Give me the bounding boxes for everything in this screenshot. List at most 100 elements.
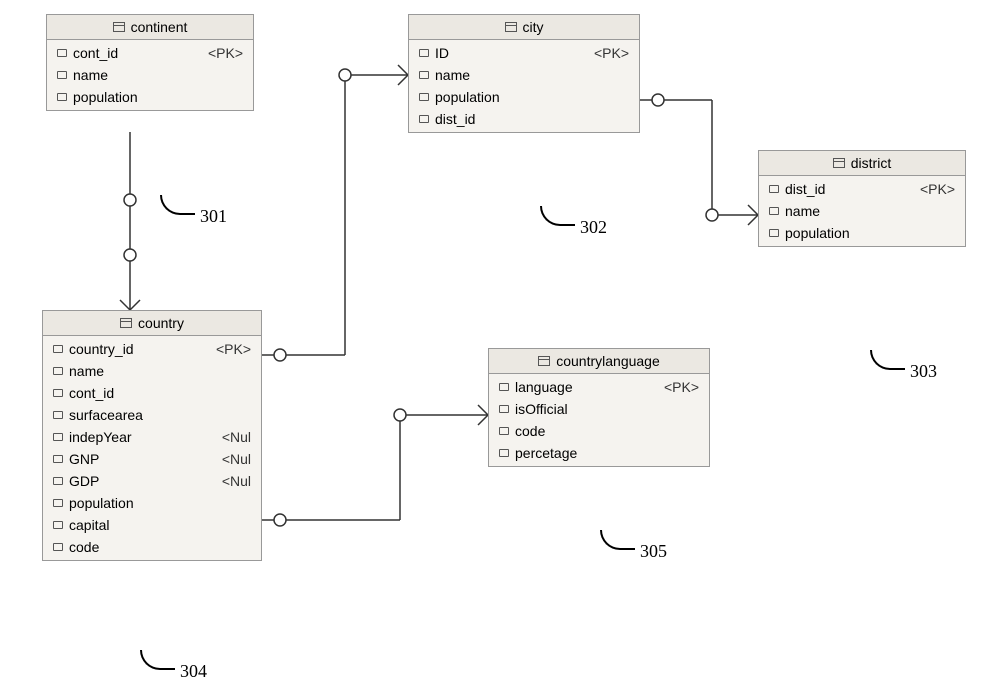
attr-icon [419,93,429,101]
attr-name: dist_id [785,181,914,197]
attr-name: isOfficial [515,401,693,417]
attr-row: GNP <Nul [43,448,261,470]
attr-icon [53,477,63,485]
ref-label-countrylanguage: 305 [640,541,667,562]
attr-name: code [515,423,693,439]
ref-curve [160,195,195,215]
entity-district-body: dist_id <PK> name population [759,176,965,246]
attr-row: population [47,86,253,108]
attr-tag: <Nul [222,473,251,489]
attr-row: country_id <PK> [43,338,261,360]
attr-name: population [785,225,949,241]
ref-label-continent: 301 [200,206,227,227]
attr-name: ID [435,45,588,61]
entity-city-header: city [409,15,639,40]
table-icon [120,318,132,328]
attr-name: country_id [69,341,210,357]
entity-country-body: country_id<PK> name cont_id surfacearea … [43,336,261,560]
entity-title: countrylanguage [556,353,660,369]
attr-tag: <PK> [920,181,955,197]
attr-row: name [43,360,261,382]
attr-row: name [759,200,965,222]
attr-name: name [785,203,949,219]
table-icon [113,22,125,32]
attr-name: capital [69,517,245,533]
attr-row: population [409,86,639,108]
attr-icon [53,499,63,507]
entity-title: district [851,155,891,171]
attr-icon [499,449,509,457]
attr-name: percetage [515,445,693,461]
table-icon [833,158,845,168]
attr-icon [419,71,429,79]
attr-tag: <PK> [216,341,251,357]
attr-row: language<PK> [489,376,709,398]
entity-countrylanguage-body: language<PK> isOfficial code percetage [489,374,709,466]
table-icon [538,356,550,366]
entity-country: country country_id <PK> name cont_id surf… [42,310,262,561]
attr-row: cont_id [43,382,261,404]
attr-name: population [435,89,623,105]
attr-name: cont_id [73,45,202,61]
attr-row: GDP <Nul [43,470,261,492]
entity-countrylanguage-header: countrylanguage [489,349,709,374]
entity-city-body: ID <PK> name population dist_id [409,40,639,132]
attr-name: population [73,89,237,105]
table-icon [505,22,517,32]
attr-icon [53,433,63,441]
attr-row: isOfficial [489,398,709,420]
attr-row: indepYear<Nul [43,426,261,448]
attr-icon [57,49,67,57]
attr-name: surfacearea [69,407,245,423]
attr-icon [769,185,779,193]
entity-city: city ID <PK> name population dist_id [408,14,640,133]
attr-tag: <Nul [222,451,251,467]
attr-name: code [69,539,245,555]
attr-row: cont_id <PK> [47,42,253,64]
attr-name: GDP [69,473,216,489]
attr-icon [419,115,429,123]
attr-name: GNP [69,451,216,467]
entity-title: country [138,315,184,331]
ref-curve [600,530,635,550]
attr-icon [769,229,779,237]
attr-tag: <PK> [594,45,629,61]
attr-name: language [515,379,658,395]
attr-row: dist_id <PK> [759,178,965,200]
entity-continent-header: continent [47,15,253,40]
entity-countrylanguage: countrylanguage language<PK> isOfficial … [488,348,710,467]
entity-continent: continent cont_id <PK> name population [46,14,254,111]
attr-icon [53,389,63,397]
attr-row: dist_id [409,108,639,130]
attr-icon [53,543,63,551]
attr-icon [499,383,509,391]
entity-district-header: district [759,151,965,176]
attr-row: code [43,536,261,558]
attr-icon [53,367,63,375]
attr-row: capital [43,514,261,536]
attr-row: name [409,64,639,86]
attr-row: percetage [489,442,709,464]
attr-icon [57,93,67,101]
entity-title: city [523,19,544,35]
attr-name: cont_id [69,385,245,401]
attr-icon [499,427,509,435]
attr-icon [419,49,429,57]
attr-row: name [47,64,253,86]
ref-label-city: 302 [580,217,607,238]
ref-curve [140,650,175,670]
attr-icon [53,345,63,353]
attr-row: population [43,492,261,514]
attr-name: indepYear [69,429,216,445]
attr-icon [499,405,509,413]
attr-name: name [69,363,245,379]
attr-name: name [73,67,237,83]
ref-label-country: 304 [180,661,207,682]
attr-icon [53,521,63,529]
attr-row: code [489,420,709,442]
entity-continent-body: cont_id <PK> name population [47,40,253,110]
attr-tag: <PK> [208,45,243,61]
attr-row: population [759,222,965,244]
attr-icon [769,207,779,215]
ref-curve [540,206,575,226]
